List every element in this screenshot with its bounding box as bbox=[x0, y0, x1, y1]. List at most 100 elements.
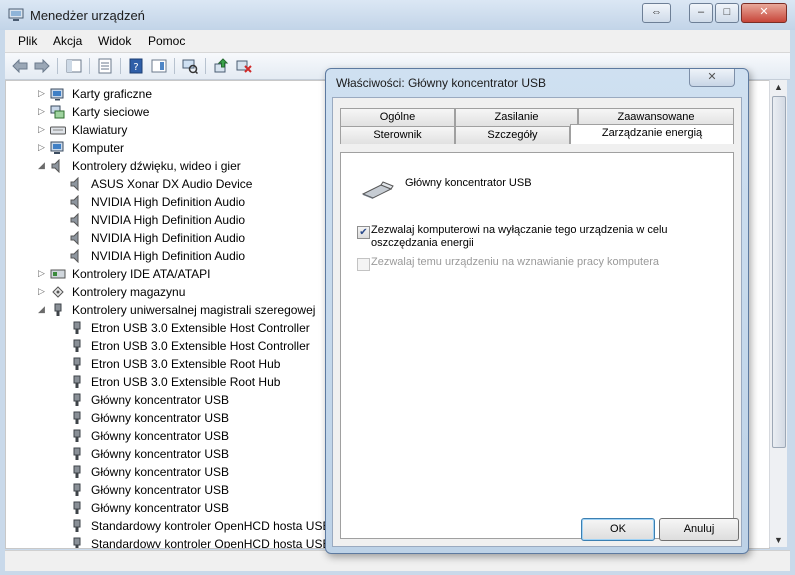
usb-icon bbox=[73, 339, 81, 352]
forward-arrow-icon[interactable] bbox=[33, 57, 51, 75]
speaker-icon bbox=[70, 231, 79, 245]
uninstall-device-icon[interactable] bbox=[235, 57, 253, 75]
device-manager-icon bbox=[8, 8, 24, 21]
usb-icon bbox=[54, 303, 62, 316]
scroll-thumb[interactable] bbox=[772, 96, 786, 448]
expand-icon[interactable]: ▷ bbox=[38, 125, 46, 134]
tree-item-label: NVIDIA High Definition Audio bbox=[91, 213, 246, 227]
menu-file[interactable]: Plik bbox=[18, 34, 37, 48]
tree-device[interactable]: Główny koncentrator USB bbox=[6, 391, 336, 409]
tree-device[interactable]: Etron USB 3.0 Extensible Root Hub bbox=[6, 355, 336, 373]
tree-scrollbar[interactable]: ▲ ▼ bbox=[769, 80, 787, 547]
tree-item-label: Główny koncentrator USB bbox=[91, 465, 230, 479]
tree-item-label: Etron USB 3.0 Extensible Host Controller bbox=[91, 339, 310, 353]
usb-icon bbox=[73, 501, 81, 514]
expand-icon[interactable]: ▷ bbox=[38, 287, 46, 296]
tree-item-label: Kontrolery IDE ATA/ATAPI bbox=[72, 267, 211, 281]
tree-category[interactable]: ▷ Karty sieciowe bbox=[6, 103, 336, 121]
usb-icon bbox=[73, 321, 81, 334]
close-button[interactable]: ✕ bbox=[741, 3, 787, 23]
tree-item-label: Główny koncentrator USB bbox=[91, 411, 230, 425]
menu-help[interactable]: Pomoc bbox=[148, 34, 185, 48]
tree-device[interactable]: Standardowy kontroler OpenHCD hosta USB bbox=[6, 535, 336, 549]
tree-item-label: NVIDIA High Definition Audio bbox=[91, 249, 246, 263]
scroll-up-icon[interactable]: ▲ bbox=[774, 82, 783, 92]
tree-item-label: Standardowy kontroler OpenHCD hosta USB bbox=[91, 537, 331, 549]
cancel-button[interactable]: Anuluj bbox=[659, 518, 739, 541]
toolbar-separator bbox=[205, 58, 206, 74]
usb-icon bbox=[73, 465, 81, 478]
tree-category[interactable]: ◢ Kontrolery dźwięku, wideo i gier bbox=[6, 157, 336, 175]
dialog-close-button[interactable]: ✕ bbox=[689, 69, 735, 87]
usb-icon bbox=[73, 357, 81, 370]
tree-device[interactable]: NVIDIA High Definition Audio bbox=[6, 211, 336, 229]
menu-action[interactable]: Akcja bbox=[53, 34, 82, 48]
minimize-button[interactable]: – bbox=[689, 3, 713, 23]
tree-device[interactable]: NVIDIA High Definition Audio bbox=[6, 229, 336, 247]
tree-item-label: Komputer bbox=[72, 141, 125, 155]
back-arrow-icon[interactable] bbox=[11, 57, 29, 75]
allow-wake-checkbox[interactable] bbox=[357, 258, 370, 271]
action-pane-icon[interactable] bbox=[150, 57, 168, 75]
tab-power-management[interactable]: Zarządzanie energią bbox=[570, 124, 734, 144]
tree-item-label: Główny koncentrator USB bbox=[91, 501, 230, 515]
allow-turn-off-checkbox[interactable]: ✔ bbox=[357, 226, 370, 239]
scan-hardware-icon[interactable] bbox=[181, 57, 199, 75]
tree-category[interactable]: ▷ Klawiatury bbox=[6, 121, 336, 139]
tree-item-label: NVIDIA High Definition Audio bbox=[91, 195, 246, 209]
tree-category[interactable]: ▷ Komputer bbox=[6, 139, 336, 157]
tree-device[interactable]: Główny koncentrator USB bbox=[6, 463, 336, 481]
tab-general[interactable]: Ogólne bbox=[340, 108, 455, 126]
toolbar-separator bbox=[174, 58, 175, 74]
tree-item-label: Główny koncentrator USB bbox=[91, 393, 230, 407]
tree-item-label: Kontrolery magazynu bbox=[72, 285, 186, 299]
keyboard-icon bbox=[50, 126, 66, 135]
restore-aero-button[interactable]: ⇔ bbox=[642, 3, 671, 23]
expand-icon[interactable]: ▷ bbox=[38, 143, 46, 152]
expand-icon[interactable]: ▷ bbox=[38, 107, 46, 116]
tree-item-label: ASUS Xonar DX Audio Device bbox=[91, 177, 253, 191]
tree-device[interactable]: Główny koncentrator USB bbox=[6, 409, 336, 427]
tree-device[interactable]: Etron USB 3.0 Extensible Host Controller bbox=[6, 319, 336, 337]
speaker-icon bbox=[51, 159, 60, 173]
ok-button[interactable]: OK bbox=[581, 518, 655, 541]
collapse-icon[interactable]: ◢ bbox=[38, 305, 46, 314]
usb-icon bbox=[73, 375, 81, 388]
usb-icon bbox=[73, 537, 81, 548]
toolbar-separator bbox=[89, 58, 90, 74]
tree-category[interactable]: ◢ Kontrolery uniwersalnej magistrali szer… bbox=[6, 301, 336, 319]
show-hide-tree-icon[interactable] bbox=[65, 57, 83, 75]
expand-icon[interactable]: ▷ bbox=[38, 269, 46, 278]
scroll-down-icon[interactable]: ▼ bbox=[774, 535, 783, 545]
tree-device[interactable]: Główny koncentrator USB bbox=[6, 481, 336, 499]
tree-device[interactable]: ASUS Xonar DX Audio Device bbox=[6, 175, 336, 193]
help-icon[interactable]: ? bbox=[127, 57, 145, 75]
tree-item-label: NVIDIA High Definition Audio bbox=[91, 231, 246, 245]
tree-category[interactable]: ▷ Kontrolery IDE ATA/ATAPI bbox=[6, 265, 336, 283]
tree-item-label: Standardowy kontroler OpenHCD hosta USB bbox=[91, 519, 331, 533]
tab-power[interactable]: Zasilanie bbox=[455, 108, 578, 126]
display-adapter-icon bbox=[50, 88, 64, 101]
tree-device[interactable]: Główny koncentrator USB bbox=[6, 499, 336, 517]
tab-driver[interactable]: Sterownik bbox=[340, 126, 455, 144]
maximize-button[interactable]: □ bbox=[715, 3, 739, 23]
menu-view[interactable]: Widok bbox=[98, 34, 131, 48]
tree-device[interactable]: Główny koncentrator USB bbox=[6, 427, 336, 445]
tab-details[interactable]: Szczegóły bbox=[455, 126, 570, 144]
collapse-icon[interactable]: ◢ bbox=[38, 161, 46, 170]
update-driver-icon[interactable] bbox=[212, 57, 230, 75]
window-title: Menedżer urządzeń bbox=[30, 8, 145, 23]
tree-category[interactable]: ▷ Karty graficzne bbox=[6, 85, 336, 103]
tree-device[interactable]: NVIDIA High Definition Audio bbox=[6, 247, 336, 265]
tree-device[interactable]: Etron USB 3.0 Extensible Root Hub bbox=[6, 373, 336, 391]
svg-text:?: ? bbox=[133, 62, 138, 73]
tree-device[interactable]: Etron USB 3.0 Extensible Host Controller bbox=[6, 337, 336, 355]
tree-device[interactable]: Główny koncentrator USB bbox=[6, 445, 336, 463]
tree-device[interactable]: Standardowy kontroler OpenHCD hosta USB bbox=[6, 517, 336, 535]
expand-icon[interactable]: ▷ bbox=[38, 89, 46, 98]
tree-category[interactable]: ▷ Kontrolery magazynu bbox=[6, 283, 336, 301]
properties-icon[interactable] bbox=[96, 57, 114, 75]
menu-bar: Plik Akcja Widok Pomoc bbox=[5, 30, 790, 53]
speaker-icon bbox=[70, 249, 79, 263]
tree-device[interactable]: NVIDIA High Definition Audio bbox=[6, 193, 336, 211]
